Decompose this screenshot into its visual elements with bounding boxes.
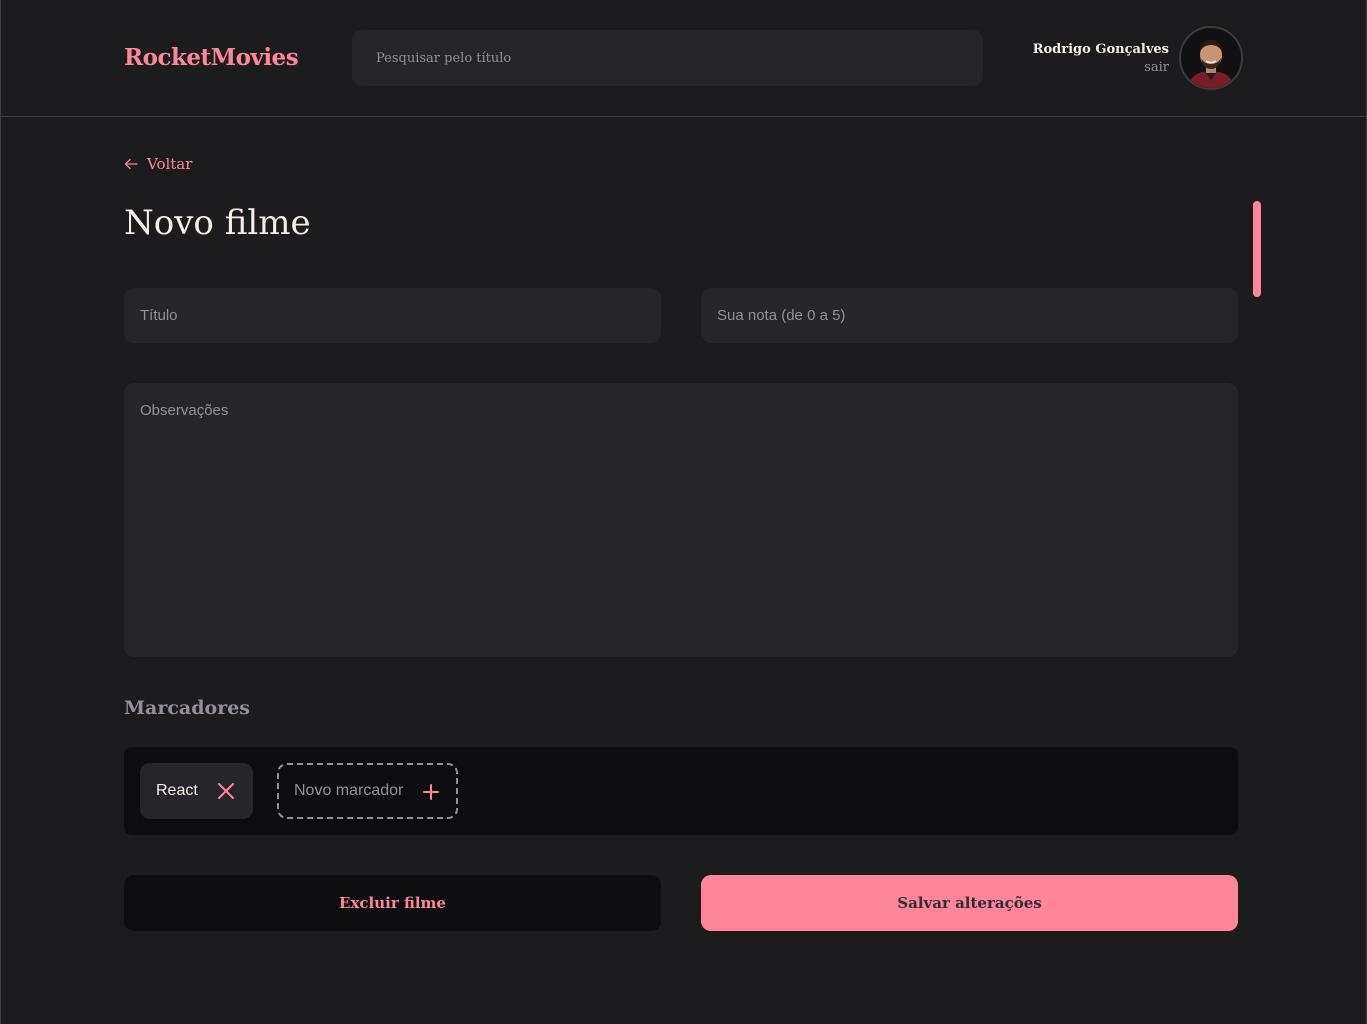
search-input[interactable] <box>352 30 983 86</box>
save-changes-button[interactable]: Salvar alterações <box>701 875 1238 931</box>
delete-movie-button[interactable]: Excluir filme <box>124 875 661 931</box>
header: RocketMovies Rodrigo Gonçalves sair <box>1 0 1366 117</box>
title-input[interactable] <box>124 288 661 343</box>
user-name: Rodrigo Gonçalves <box>1032 41 1169 57</box>
back-label: Voltar <box>147 155 193 173</box>
tag-item: React <box>140 763 253 819</box>
signout-link[interactable]: sair <box>1033 60 1169 75</box>
new-tag-input[interactable]: Novo marcador <box>277 763 458 819</box>
avatar[interactable] <box>1179 26 1243 90</box>
app-logo[interactable]: RocketMovies <box>124 44 299 71</box>
arrow-left-icon <box>124 158 138 170</box>
plus-icon[interactable] <box>423 784 439 805</box>
page-title: Novo filme <box>124 203 311 243</box>
new-tag-placeholder: Novo marcador <box>294 782 404 799</box>
tags-section-title: Marcadores <box>124 697 250 719</box>
user-profile: Rodrigo Gonçalves sair <box>1033 26 1243 90</box>
avatar-image <box>1181 28 1241 88</box>
tags-container: React Novo marcador <box>124 747 1238 835</box>
tag-label: React <box>156 782 198 799</box>
profile-text: Rodrigo Gonçalves sair <box>1033 42 1169 75</box>
notes-textarea[interactable] <box>124 383 1238 657</box>
back-link[interactable]: Voltar <box>124 155 192 173</box>
close-icon[interactable] <box>217 782 235 805</box>
scrollbar-thumb[interactable] <box>1253 201 1261 297</box>
app-window: RocketMovies Rodrigo Gonçalves sair <box>0 0 1367 1024</box>
rating-input[interactable] <box>701 288 1238 343</box>
